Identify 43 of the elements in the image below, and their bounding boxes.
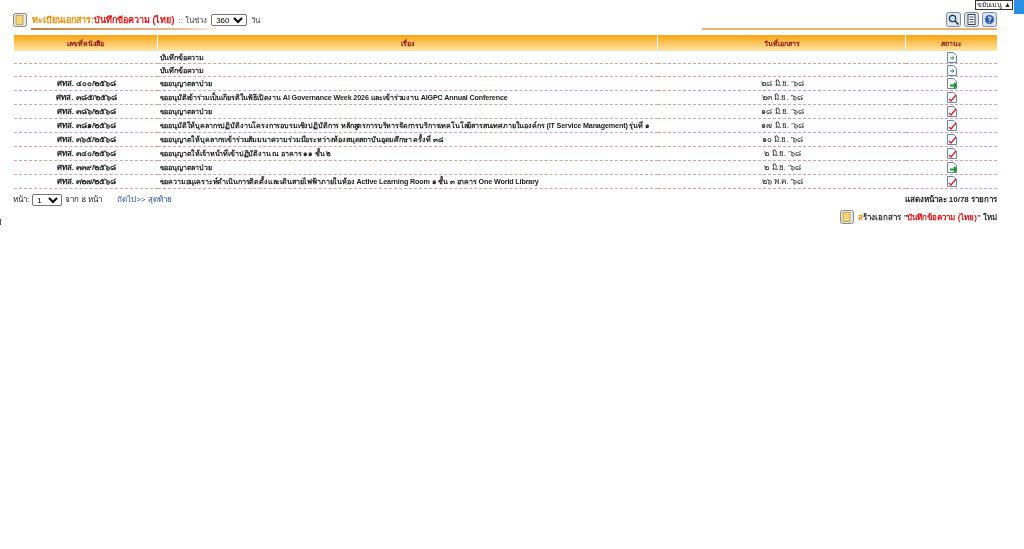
edge-mark bbox=[0, 219, 1, 225]
table-cell: ๒๓ มิ.ย. '๖๘ bbox=[657, 90, 906, 105]
document-check-icon[interactable] bbox=[947, 148, 958, 159]
table-cell: ๒๘ มิ.ย. '๖๘ bbox=[657, 76, 906, 91]
range-unit: วัน bbox=[251, 14, 261, 27]
page-total: จาก 8 หน้า bbox=[65, 194, 103, 206]
document-check-icon[interactable] bbox=[947, 106, 958, 117]
table-cell: ๒๖ พ.ค. '๖๘ bbox=[657, 174, 906, 189]
document-arrow-icon[interactable] bbox=[947, 64, 958, 76]
document-arrow-icon[interactable] bbox=[947, 51, 958, 63]
range-label: :: ในช่วง bbox=[178, 14, 208, 27]
table-cell: ศทส. ๓๒๗/๒๕๖๘ bbox=[13, 174, 158, 189]
page-title: ทะเบียนเอกสาร:บันทึกข้อความ (ไทย) bbox=[32, 14, 175, 27]
page-label: หน้า: bbox=[13, 194, 30, 206]
table-cell: ศทส. ๓๓๙/๒๕๖๘ bbox=[13, 160, 158, 175]
document-icon bbox=[13, 13, 27, 27]
record-summary: แสดงหน้าละ 10/78 รายการ bbox=[904, 194, 997, 206]
table-cell: ๑๐ มิ.ย. '๖๘ bbox=[657, 132, 906, 147]
table-cell: ศทส. ๓๖๕/๒๕๖๘ bbox=[13, 132, 158, 147]
document-check-icon[interactable] bbox=[947, 134, 958, 145]
document-arrow-icon[interactable] bbox=[947, 162, 958, 173]
table-cell: ศทส. ๓๘๑/๒๕๖๘ bbox=[13, 118, 158, 133]
range-select[interactable]: 360 bbox=[211, 14, 248, 26]
last-link[interactable]: สุดท้าย bbox=[148, 193, 173, 206]
page-select[interactable]: 1 bbox=[32, 193, 63, 206]
next-link[interactable]: ถัดไป>> bbox=[117, 193, 146, 206]
table-cell: ศทส. ๓๔๐/๒๕๖๘ bbox=[13, 146, 158, 161]
create-document-link[interactable]: สร้างเอกสาร "บันทึกข้อความ (ไทย)" ใหม่ bbox=[858, 210, 997, 224]
document-check-icon[interactable] bbox=[947, 92, 958, 103]
list-icon[interactable] bbox=[964, 12, 979, 27]
table-cell: ๑๘ มิ.ย. '๖๘ bbox=[657, 104, 906, 119]
document-check-icon[interactable] bbox=[947, 176, 958, 187]
help-icon[interactable] bbox=[982, 12, 997, 27]
table-cell: ศทส. ๓๘๕/๒๕๖๘ bbox=[13, 90, 158, 105]
document-check-icon[interactable] bbox=[947, 120, 958, 131]
table-cell: ๒ มิ.ย. '๖๘ bbox=[657, 160, 906, 175]
table-cell: ๑๗ มิ.ย. '๖๘ bbox=[657, 118, 906, 133]
table-cell: ศทส. ๔๐๐/๒๕๖๘ bbox=[13, 76, 158, 91]
document-icon[interactable] bbox=[840, 210, 855, 224]
document-arrow-icon[interactable] bbox=[947, 78, 958, 89]
table-cell: ศทส. ๓๘๖/๒๕๖๘ bbox=[13, 104, 158, 119]
table-cell: ๒ มิ.ย. '๖๘ bbox=[657, 146, 906, 161]
search-icon[interactable] bbox=[946, 12, 961, 27]
